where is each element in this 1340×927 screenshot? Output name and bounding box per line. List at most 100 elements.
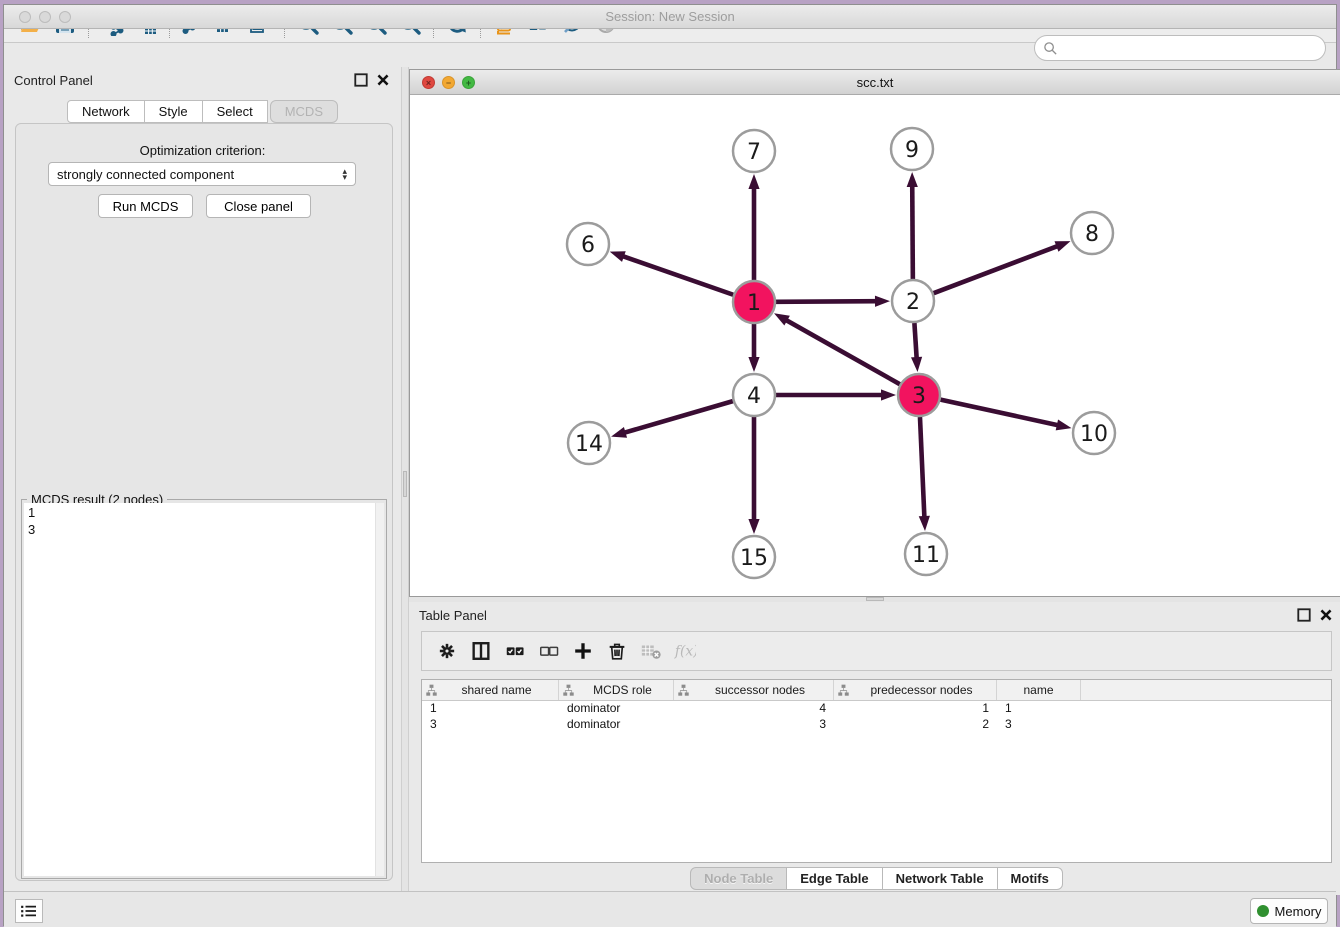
cell-successor-nodes[interactable]: 4 xyxy=(674,701,834,717)
criterion-select[interactable]: strongly connected component ▴▾ xyxy=(48,162,356,186)
node-label-3: 3 xyxy=(912,384,926,409)
column-header-mcds-role[interactable]: MCDS role xyxy=(559,680,674,700)
mcds-result-text[interactable]: 1 3 xyxy=(24,503,375,876)
zoom-window-button[interactable] xyxy=(59,11,71,23)
node-15[interactable]: 15 xyxy=(733,536,775,578)
tab-network[interactable]: Network xyxy=(67,100,145,123)
minimize-window-button[interactable] xyxy=(39,11,51,23)
cell-predecessor-nodes[interactable]: 2 xyxy=(834,717,997,733)
cell-mcds-role[interactable]: dominator xyxy=(559,701,674,717)
memory-button[interactable]: Memory xyxy=(1250,898,1328,924)
delete-table-button xyxy=(634,635,668,667)
node-8[interactable]: 8 xyxy=(1071,212,1113,254)
node-14[interactable]: 14 xyxy=(568,422,610,464)
column-header-successor-nodes[interactable]: successor nodes xyxy=(674,680,834,700)
edge-2-9[interactable] xyxy=(912,184,913,279)
close-panel-icon[interactable] xyxy=(375,72,391,88)
edge-arrow-4-14 xyxy=(611,427,627,438)
table-panel-header: Table Panel xyxy=(409,602,1340,628)
table-row-1: 1dominator411 xyxy=(422,701,1331,717)
add-column-button[interactable] xyxy=(566,635,600,667)
network-graph: 7 9 6 8 1 2 4 3 14 10 15 11 xyxy=(410,95,1340,596)
frame-minimize-button[interactable]: − xyxy=(442,76,455,89)
edge-1-2[interactable] xyxy=(776,301,878,302)
node-4[interactable]: 4 xyxy=(733,374,775,416)
search-input[interactable] xyxy=(1063,38,1325,58)
frame-close-button[interactable]: × xyxy=(422,76,435,89)
node-1[interactable]: 1 xyxy=(733,281,775,323)
criterion-value: strongly connected component xyxy=(57,167,342,182)
edge-2-3[interactable] xyxy=(914,323,916,360)
cell-shared-name[interactable]: 3 xyxy=(422,717,559,733)
horizontal-splitter-handle[interactable] xyxy=(866,597,884,601)
choose-columns-button[interactable] xyxy=(464,635,498,667)
tab-mcds[interactable]: MCDS xyxy=(270,100,338,123)
cell-name[interactable]: 3 xyxy=(997,717,1081,733)
memory-label: Memory xyxy=(1275,904,1322,919)
column-label: shared name xyxy=(438,683,555,697)
edge-3-11[interactable] xyxy=(920,417,924,519)
node-6[interactable]: 6 xyxy=(567,223,609,265)
tab-motifs[interactable]: Motifs xyxy=(997,867,1063,890)
control-panel-tabs: NetworkStyleSelectMCDS xyxy=(4,100,401,123)
edge-2-8[interactable] xyxy=(934,245,1060,293)
column-header-shared-name[interactable]: shared name xyxy=(422,680,559,700)
node-label-6: 6 xyxy=(581,233,595,258)
float-table-panel-icon[interactable] xyxy=(1296,607,1312,623)
table-tabs: Node TableEdge TableNetwork TableMotifs xyxy=(409,867,1340,890)
cell-successor-nodes[interactable]: 3 xyxy=(674,717,834,733)
cell-name[interactable]: 1 xyxy=(997,701,1081,717)
column-tree-icon xyxy=(425,684,438,697)
frame-maximize-button[interactable]: + xyxy=(462,76,475,89)
node-9[interactable]: 9 xyxy=(891,128,933,170)
select-all-columns-icon xyxy=(504,640,526,662)
edge-4-14[interactable] xyxy=(623,401,733,433)
column-label: name xyxy=(1000,683,1077,697)
settings-gear-icon xyxy=(436,640,458,662)
tab-select[interactable]: Select xyxy=(202,100,268,123)
node-10[interactable]: 10 xyxy=(1073,412,1115,454)
edge-1-6[interactable] xyxy=(621,256,733,295)
edge-3-1[interactable] xyxy=(784,319,899,384)
close-window-button[interactable] xyxy=(19,11,31,23)
column-label: predecessor nodes xyxy=(850,683,993,697)
run-mcds-button[interactable]: Run MCDS xyxy=(98,194,193,218)
edge-arrow-1-7 xyxy=(748,174,759,189)
node-2[interactable]: 2 xyxy=(892,280,934,322)
add-column-icon xyxy=(572,640,594,662)
node-7[interactable]: 7 xyxy=(733,130,775,172)
select-all-columns-button[interactable] xyxy=(498,635,532,667)
node-3[interactable]: 3 xyxy=(898,374,940,416)
tab-edge-table[interactable]: Edge Table xyxy=(786,867,882,890)
vertical-splitter[interactable] xyxy=(401,67,409,891)
column-header-name[interactable]: name xyxy=(997,680,1081,700)
node-11[interactable]: 11 xyxy=(905,533,947,575)
list-icon xyxy=(20,904,38,918)
column-tree-icon xyxy=(677,684,690,697)
cell-shared-name[interactable]: 1 xyxy=(422,701,559,717)
close-table-panel-icon[interactable] xyxy=(1318,607,1334,623)
close-panel-button[interactable]: Close panel xyxy=(206,194,311,218)
select-stepper-icon: ▴▾ xyxy=(342,168,347,180)
vertical-splitter-handle[interactable] xyxy=(403,471,407,497)
column-header-predecessor-nodes[interactable]: predecessor nodes xyxy=(834,680,997,700)
task-history-button[interactable] xyxy=(15,899,43,923)
tab-node-table[interactable]: Node Table xyxy=(690,867,787,890)
table-header-row: shared name MCDS rolesuccessor nodes prede… xyxy=(422,680,1331,701)
edge-3-10[interactable] xyxy=(940,400,1059,426)
settings-gear-button[interactable] xyxy=(430,635,464,667)
optimization-criterion-label: Optimization criterion: xyxy=(4,143,401,158)
delete-table-icon xyxy=(640,640,662,662)
search-box xyxy=(1034,35,1326,61)
tab-style[interactable]: Style xyxy=(144,100,203,123)
header-filler xyxy=(1081,680,1331,700)
float-panel-icon[interactable] xyxy=(353,72,369,88)
deselect-all-columns-button[interactable] xyxy=(532,635,566,667)
delete-column-button[interactable] xyxy=(600,635,634,667)
network-canvas[interactable]: 7 9 6 8 1 2 4 3 14 10 15 11 xyxy=(410,95,1340,596)
cell-mcds-role[interactable]: dominator xyxy=(559,717,674,733)
search-icon xyxy=(1043,41,1058,56)
tab-network-table[interactable]: Network Table xyxy=(882,867,998,890)
cell-predecessor-nodes[interactable]: 1 xyxy=(834,701,997,717)
result-scrollbar[interactable] xyxy=(375,503,384,876)
